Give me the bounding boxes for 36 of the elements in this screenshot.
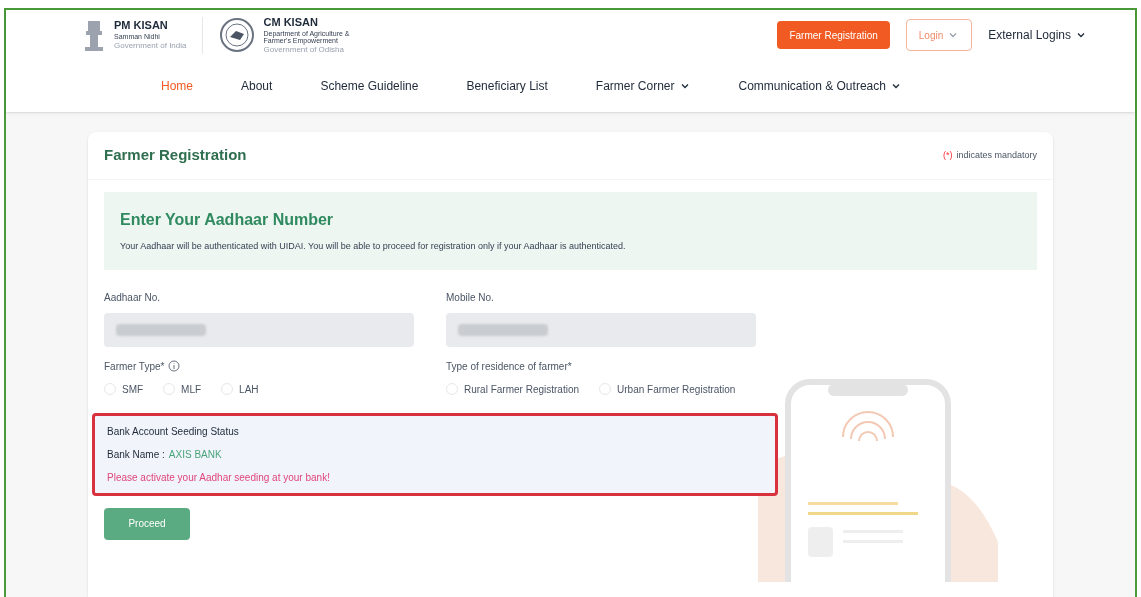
- group-label: Farmer Type*: [104, 359, 165, 374]
- logo-title: PM KISAN: [114, 20, 169, 31]
- field-label: Mobile No.: [446, 290, 495, 305]
- radio-label: LAH: [239, 382, 259, 397]
- radio-label: MLF: [181, 382, 202, 397]
- nav-link[interactable]: Farmer Corner: [595, 77, 691, 95]
- radio-button[interactable]: [104, 383, 116, 395]
- radio-label: Urban Farmer Registration: [617, 382, 736, 397]
- group-label: Type of residence of farmer*: [446, 359, 572, 374]
- logo-title: CM KISAN: [263, 16, 319, 28]
- radio-button[interactable]: [163, 383, 176, 395]
- input-field[interactable]: [446, 312, 756, 347]
- nav-link[interactable]: Communication & Outreach: [738, 77, 902, 95]
- card-title: Farmer Registration: [104, 145, 247, 166]
- nav-link[interactable]: About: [241, 77, 273, 95]
- warning-text: Please activate your Aadhar seeding at your bank!: [107, 470, 331, 485]
- mandatory-note: indicates mandatory: [956, 148, 1037, 162]
- nav-link[interactable]: Beneficiary List: [466, 77, 548, 95]
- intro-heading: Enter Your Aadhaar Number: [120, 210, 335, 230]
- logo-caption: Government of Odisha: [263, 45, 345, 54]
- logo-caption: Government of India: [114, 42, 187, 50]
- radio-button[interactable]: [599, 383, 612, 395]
- seal-icon: [219, 17, 256, 53]
- bank-name-value: AXIS BANK: [168, 447, 222, 462]
- field-label: Aadhaar No.: [104, 290, 162, 305]
- nav-link[interactable]: Scheme Guideline: [320, 77, 419, 95]
- radio-button[interactable]: [446, 383, 458, 395]
- radio-label: Rural Farmer Registration: [464, 382, 580, 397]
- intro-text: Your Aadhaar will be authenticated with UIDAI. You will be able to proceed for registration only if your Aadhaar is authenticated.: [120, 240, 627, 253]
- bank-name-label: Bank Name :: [107, 447, 165, 462]
- input-field[interactable]: [104, 312, 414, 347]
- external-logins-button[interactable]: External Logins: [988, 26, 1087, 44]
- bank-status-title: Bank Account Seeding Status: [107, 424, 240, 439]
- radio-label: SMF: [122, 382, 144, 397]
- mandatory-mark: (*): [942, 148, 953, 162]
- radio-button[interactable]: [221, 383, 234, 395]
